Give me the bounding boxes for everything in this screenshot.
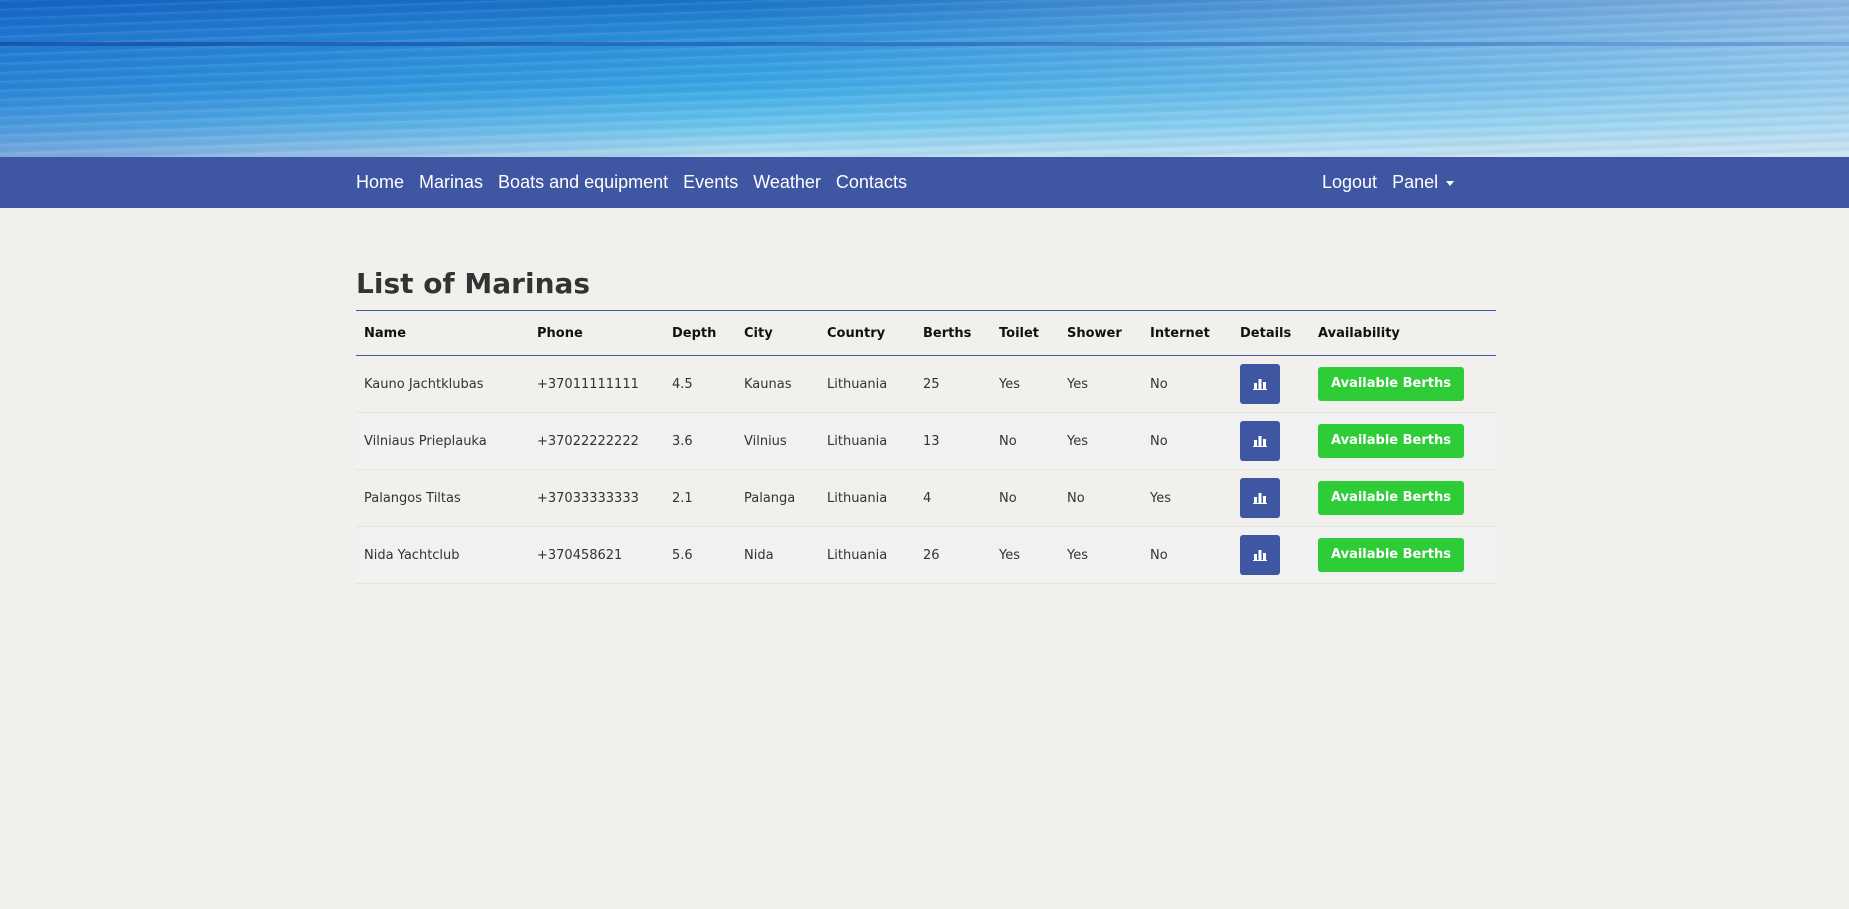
- cell-details: [1232, 355, 1310, 413]
- cell-phone: +37011111111: [529, 355, 664, 413]
- cell-availability: Available Berths: [1310, 412, 1496, 470]
- nav-left-menu: Home Marinas Boats and equipment Events …: [356, 157, 922, 208]
- cell-phone: +37022222222: [529, 412, 664, 470]
- available-berths-button[interactable]: Available Berths: [1318, 481, 1464, 515]
- table-row: Kauno Jachtklubas +37011111111 4.5 Kaunas Li…: [356, 355, 1496, 413]
- marinas-table: Name Phone Depth City Country Berths Toi…: [356, 310, 1496, 584]
- cell-availability: Available Berths: [1310, 469, 1496, 527]
- details-button[interactable]: [1240, 535, 1280, 575]
- bar-chart-icon: [1253, 379, 1267, 390]
- nav-right-menu: Logout Panel: [1322, 157, 1469, 208]
- main-content: List of Marinas Name Phone Depth City Co…: [356, 258, 1496, 584]
- cell-berths: 4: [915, 469, 991, 527]
- available-berths-button[interactable]: Available Berths: [1318, 367, 1464, 401]
- column-header-berths[interactable]: Berths: [915, 311, 991, 356]
- nav-events-link[interactable]: Events: [683, 172, 738, 193]
- logout-link[interactable]: Logout: [1322, 172, 1377, 193]
- nav-home-link[interactable]: Home: [356, 172, 404, 193]
- nav-boats-link[interactable]: Boats and equipment: [498, 172, 668, 193]
- nav-contacts-link[interactable]: Contacts: [836, 172, 907, 193]
- bar-chart-icon: [1253, 436, 1267, 447]
- cell-country: Lithuania: [819, 526, 915, 584]
- column-header-details: Details: [1240, 325, 1292, 341]
- cell-details: [1232, 412, 1310, 470]
- cell-toilet: Yes: [991, 355, 1059, 413]
- cell-name: Kauno Jachtklubas: [356, 355, 529, 413]
- cell-shower: Yes: [1059, 412, 1142, 470]
- caret-down-icon: [1446, 180, 1455, 186]
- column-header-toilet[interactable]: Toilet: [991, 311, 1059, 356]
- column-header-country[interactable]: Country: [819, 311, 915, 356]
- nav-marinas-link[interactable]: Marinas: [419, 172, 483, 193]
- cell-phone: +370458621: [529, 526, 664, 584]
- cell-name: Nida Yachtclub: [356, 526, 529, 584]
- nav-weather-link[interactable]: Weather: [753, 172, 821, 193]
- table-row: Palangos Tiltas +37033333333 2.1 Palanga Lit…: [356, 469, 1496, 527]
- available-berths-button[interactable]: Available Berths: [1318, 424, 1464, 458]
- cell-shower: Yes: [1059, 526, 1142, 584]
- cell-city: Nida: [736, 526, 819, 584]
- cell-country: Lithuania: [819, 469, 915, 527]
- column-header-internet[interactable]: Internet: [1142, 311, 1232, 356]
- column-header-city[interactable]: City: [736, 311, 819, 356]
- column-header-shower[interactable]: Shower: [1059, 311, 1142, 356]
- cell-details: [1232, 469, 1310, 527]
- table-row: Nida Yachtclub +370458621 5.6 Nida Lithuania…: [356, 526, 1496, 584]
- cell-name: Palangos Tiltas: [356, 469, 529, 527]
- cell-berths: 25: [915, 355, 991, 413]
- cell-internet: No: [1142, 355, 1232, 413]
- cell-depth: 2.1: [664, 469, 736, 527]
- sea-banner-image: [0, 0, 1849, 157]
- cell-internet: No: [1142, 412, 1232, 470]
- cell-internet: Yes: [1142, 469, 1232, 527]
- cell-internet: No: [1142, 526, 1232, 584]
- cell-berths: 26: [915, 526, 991, 584]
- panel-label: Panel: [1392, 172, 1439, 192]
- cell-country: Lithuania: [819, 355, 915, 413]
- column-header-name[interactable]: Name: [356, 311, 529, 356]
- cell-depth: 5.6: [664, 526, 736, 584]
- cell-name: Vilniaus Prieplauka: [356, 412, 529, 470]
- table-header-row: Name Phone Depth City Country Berths Toi…: [356, 310, 1496, 356]
- cell-city: Vilnius: [736, 412, 819, 470]
- column-header-phone[interactable]: Phone: [529, 311, 664, 356]
- details-button[interactable]: [1240, 421, 1280, 461]
- cell-phone: +37033333333: [529, 469, 664, 527]
- cell-city: Kaunas: [736, 355, 819, 413]
- main-navbar: Home Marinas Boats and equipment Events …: [0, 157, 1849, 208]
- column-header-depth[interactable]: Depth: [664, 311, 736, 356]
- page-title: List of Marinas: [356, 267, 591, 300]
- table-row: Vilniaus Prieplauka +37022222222 3.6 Vilniu…: [356, 412, 1496, 470]
- cell-berths: 13: [915, 412, 991, 470]
- column-header-availability: Availability: [1318, 325, 1400, 341]
- cell-depth: 3.6: [664, 412, 736, 470]
- cell-toilet: Yes: [991, 526, 1059, 584]
- cell-shower: Yes: [1059, 355, 1142, 413]
- cell-country: Lithuania: [819, 412, 915, 470]
- cell-availability: Available Berths: [1310, 355, 1496, 413]
- bar-chart-icon: [1253, 550, 1267, 561]
- cell-shower: No: [1059, 469, 1142, 527]
- cell-toilet: No: [991, 469, 1059, 527]
- cell-toilet: No: [991, 412, 1059, 470]
- cell-availability: Available Berths: [1310, 526, 1496, 584]
- cell-details: [1232, 526, 1310, 584]
- cell-city: Palanga: [736, 469, 819, 527]
- details-button[interactable]: [1240, 364, 1280, 404]
- bar-chart-icon: [1253, 493, 1267, 504]
- available-berths-button[interactable]: Available Berths: [1318, 538, 1464, 572]
- details-button[interactable]: [1240, 478, 1280, 518]
- cell-depth: 4.5: [664, 355, 736, 413]
- panel-dropdown[interactable]: Panel: [1392, 172, 1455, 193]
